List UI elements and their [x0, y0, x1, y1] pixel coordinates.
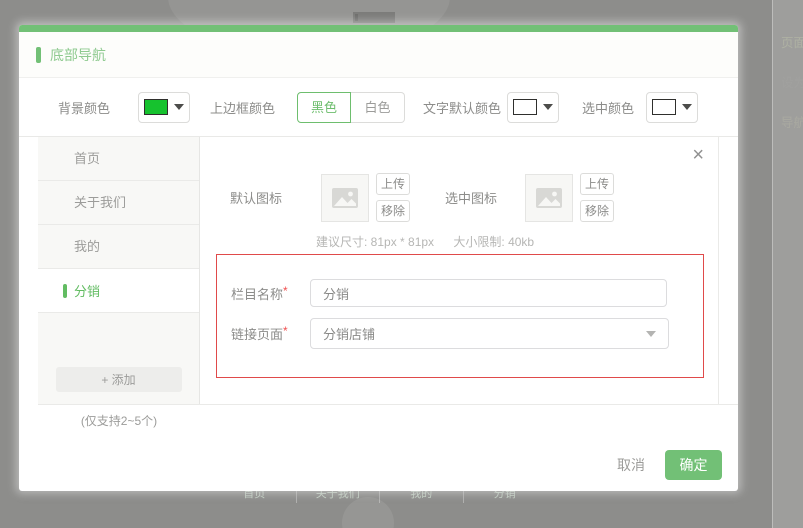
selected-icon-upload-button[interactable]: 上传 — [580, 173, 614, 195]
required-asterisk: * — [283, 283, 288, 298]
chevron-down-icon — [682, 104, 693, 110]
nav-item-editor-panel: × 默认图标 上传 移除 选中图标 上传 移除 建议尺寸: 81px * 81p… — [200, 137, 719, 404]
size-hint-text: 建议尺寸: 81px * 81px — [316, 235, 435, 249]
dialog-title: 底部导航 — [50, 46, 106, 63]
background-color-swatch — [144, 99, 169, 115]
add-nav-item-button[interactable]: + 添加 — [55, 367, 182, 392]
column-name-label: 栏目名称* — [231, 284, 310, 303]
selected-icon-actions: 上传 移除 — [580, 173, 614, 222]
text-default-color-label: 文字默认颜色 — [423, 100, 502, 116]
selected-color-picker[interactable] — [646, 91, 699, 123]
border-white-button[interactable]: 白色 — [351, 91, 406, 123]
title-accent-bar — [36, 46, 41, 63]
selected-icon-preview[interactable] — [525, 173, 573, 222]
background-color-picker[interactable] — [138, 91, 191, 123]
icon-upload-row: 默认图标 上传 移除 选中图标 上传 移除 — [200, 137, 718, 222]
nav-items-sidebar: 首页 关于我们 我的 分销 + 添加 — [38, 137, 200, 404]
right-panel-item-nav: 导航 — [781, 116, 803, 130]
sidebar-tab-home[interactable]: 首页 — [38, 137, 199, 181]
default-icon-label: 默认图标 — [230, 191, 283, 206]
top-border-color-label: 上边框颜色 — [210, 100, 276, 116]
select-caret-icon — [646, 330, 656, 337]
active-tab-marker — [63, 283, 67, 298]
bottom-nav-settings-dialog: 底部导航 背景颜色 上边框颜色 黑色 白色 文字默认颜色 选中颜色 首页 关于我… — [19, 25, 738, 491]
right-panel-item-page: 页面 — [781, 36, 803, 50]
link-page-label: 链接页面* — [231, 324, 310, 343]
sidebar-tab-label: 分销 — [74, 284, 101, 299]
selected-color-label: 选中颜色 — [582, 100, 635, 116]
selected-icon-remove-button[interactable]: 移除 — [580, 200, 614, 222]
default-icon-preview[interactable] — [321, 173, 369, 222]
dialog-body: 首页 关于我们 我的 分销 + 添加 × 默认图标 上传 移除 选中图标 上传 … — [38, 137, 738, 405]
background-color-label: 背景颜色 — [58, 100, 111, 116]
chevron-down-icon — [543, 104, 554, 110]
text-default-color-picker[interactable] — [507, 91, 560, 123]
default-icon-remove-button[interactable]: 移除 — [376, 200, 410, 222]
image-placeholder-icon — [536, 187, 562, 208]
limit-hint-text: 大小限制: 40kb — [453, 235, 535, 249]
required-asterisk: * — [283, 324, 288, 338]
icon-size-hint: 建议尺寸: 81px * 81px 大小限制: 40kb — [316, 233, 718, 250]
link-page-selected-value: 分销店铺 — [323, 327, 376, 342]
chevron-down-icon — [174, 104, 185, 110]
tab-count-support-note: (仅支持2~5个) — [80, 414, 158, 428]
selected-color-swatch — [652, 99, 677, 115]
default-icon-actions: 上传 移除 — [376, 173, 410, 222]
link-page-select[interactable]: 分销店铺 — [310, 318, 669, 349]
default-icon-upload-button[interactable]: 上传 — [376, 173, 410, 195]
column-name-label-text: 栏目名称 — [231, 286, 284, 302]
color-settings-row: 背景颜色 上边框颜色 黑色 白色 文字默认颜色 选中颜色 — [19, 78, 738, 137]
confirm-button[interactable]: 确定 — [665, 450, 722, 480]
column-name-input[interactable] — [310, 279, 667, 307]
link-page-label-text: 链接页面 — [231, 327, 284, 342]
required-fields-highlight-box: 栏目名称* 链接页面* 分销店铺 — [216, 254, 704, 378]
link-field-row: 链接页面* 分销店铺 — [231, 318, 703, 349]
close-icon[interactable]: × — [692, 145, 704, 165]
text-default-color-swatch — [513, 99, 538, 115]
sidebar-tab-distribution[interactable]: 分销 — [38, 269, 199, 313]
name-field-row: 栏目名称* — [231, 279, 703, 307]
sidebar-tab-mine[interactable]: 我的 — [38, 225, 199, 269]
right-panel-item-set: 设为 — [781, 76, 803, 90]
image-placeholder-icon — [332, 187, 358, 208]
dialog-footer: 取消 确定 — [19, 439, 738, 491]
dialog-header: 底部导航 — [19, 32, 738, 78]
border-color-segment: 黑色 白色 — [297, 91, 406, 123]
cancel-button[interactable]: 取消 — [617, 455, 645, 475]
dialog-accent-topbar — [19, 25, 738, 32]
dimmed-right-settings-panel: 页面 设为 导航 — [772, 0, 803, 528]
dimmed-section-title — [353, 12, 395, 23]
selected-icon-label: 选中图标 — [445, 191, 498, 206]
border-black-button[interactable]: 黑色 — [297, 91, 352, 123]
sidebar-tab-about[interactable]: 关于我们 — [38, 181, 199, 225]
